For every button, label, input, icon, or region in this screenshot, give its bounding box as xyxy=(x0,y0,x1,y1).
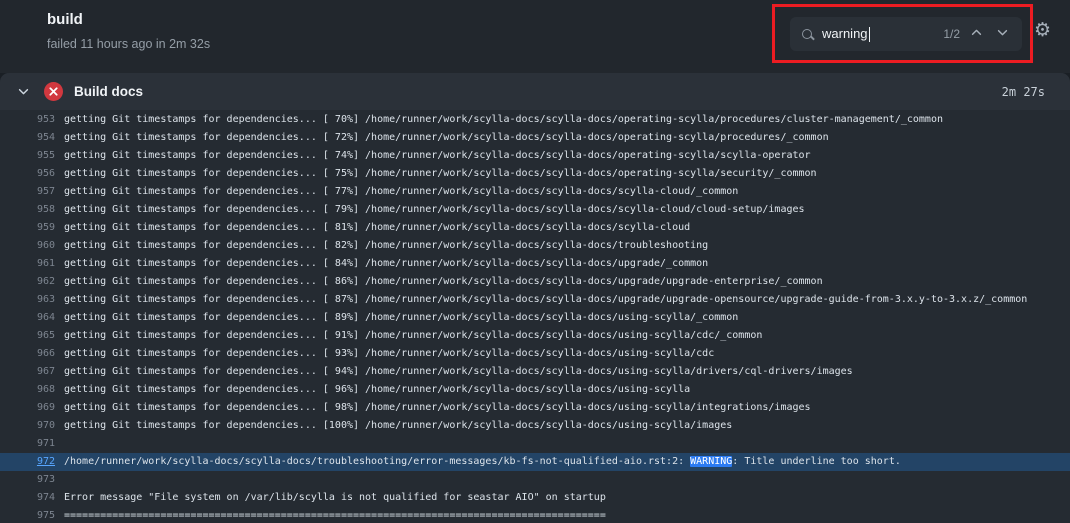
next-match-button[interactable] xyxy=(993,24,1012,44)
line-text: ========================================… xyxy=(64,507,606,523)
line-number[interactable]: 972 xyxy=(0,453,55,471)
line-text: getting Git timestamps for dependencies.… xyxy=(64,255,708,273)
line-number[interactable]: 962 xyxy=(0,273,55,291)
line-number[interactable]: 965 xyxy=(0,327,55,345)
log-line-955: 955 getting Git timestamps for dependenci… xyxy=(0,147,1070,165)
log-line-958: 958 getting Git timestamps for dependenci… xyxy=(0,201,1070,219)
line-text: /home/runner/work/scylla-docs/scylla-doc… xyxy=(64,453,901,471)
line-number[interactable]: 953 xyxy=(0,111,55,129)
line-number[interactable]: 957 xyxy=(0,183,55,201)
line-text: getting Git timestamps for dependencies.… xyxy=(64,381,690,399)
log-line-966: 966 getting Git timestamps for dependenci… xyxy=(0,345,1070,363)
line-text: getting Git timestamps for dependencies.… xyxy=(64,111,943,129)
log-line-959: 959 getting Git timestamps for dependenci… xyxy=(0,219,1070,237)
log-line-956: 956 getting Git timestamps for dependenci… xyxy=(0,165,1070,183)
job-status-subtitle: failed 11 hours ago in 2m 32s xyxy=(47,37,210,51)
log-panel: Build docs 2m 27s 953 getting Git timesta… xyxy=(0,73,1070,523)
log-line-960: 960 getting Git timestamps for dependenci… xyxy=(0,237,1070,255)
text-cursor xyxy=(869,27,870,42)
log-line-957: 957 getting Git timestamps for dependenci… xyxy=(0,183,1070,201)
log-line-965: 965 getting Git timestamps for dependenci… xyxy=(0,327,1070,345)
search-match-current: WARNING xyxy=(690,456,732,467)
chevron-down-icon[interactable] xyxy=(17,85,30,98)
line-text: getting Git timestamps for dependencies.… xyxy=(64,291,1027,309)
line-number[interactable]: 975 xyxy=(0,507,55,523)
search-match-counter: 1/2 xyxy=(943,27,960,41)
line-number[interactable]: 971 xyxy=(0,435,55,453)
line-text: getting Git timestamps for dependencies.… xyxy=(64,273,823,291)
line-number[interactable]: 955 xyxy=(0,147,55,165)
line-number[interactable]: 956 xyxy=(0,165,55,183)
log-line-969: 969 getting Git timestamps for dependenci… xyxy=(0,399,1070,417)
log-line-968: 968 getting Git timestamps for dependenci… xyxy=(0,381,1070,399)
log-settings-button[interactable]: ⚙ xyxy=(1034,21,1051,40)
line-number[interactable]: 968 xyxy=(0,381,55,399)
line-number[interactable]: 974 xyxy=(0,489,55,507)
line-number[interactable]: 964 xyxy=(0,309,55,327)
line-text: getting Git timestamps for dependencies.… xyxy=(64,147,811,165)
line-text: getting Git timestamps for dependencies.… xyxy=(64,165,817,183)
log-line-970: 970 getting Git timestamps for dependenci… xyxy=(0,417,1070,435)
step-name: Build docs xyxy=(74,84,143,99)
line-text: getting Git timestamps for dependencies.… xyxy=(64,201,805,219)
log-line-962: 962 getting Git timestamps for dependenci… xyxy=(0,273,1070,291)
chevron-up-icon xyxy=(970,26,983,42)
line-text: getting Git timestamps for dependencies.… xyxy=(64,183,738,201)
line-text: getting Git timestamps for dependencies.… xyxy=(64,417,732,435)
log-line-975: 975 =====================================… xyxy=(0,507,1070,523)
line-text: getting Git timestamps for dependencies.… xyxy=(64,399,811,417)
line-number[interactable]: 960 xyxy=(0,237,55,255)
line-text: getting Git timestamps for dependencies.… xyxy=(64,363,853,381)
search-query-text: warning xyxy=(822,26,868,41)
line-number[interactable]: 959 xyxy=(0,219,55,237)
log-search-bar[interactable]: warning 1/2 xyxy=(790,17,1022,51)
log-line-963: 963 getting Git timestamps for dependenci… xyxy=(0,291,1070,309)
search-input[interactable]: warning xyxy=(822,26,870,42)
line-number[interactable]: 973 xyxy=(0,471,55,489)
step-duration: 2m 27s xyxy=(1002,85,1045,99)
line-number[interactable]: 970 xyxy=(0,417,55,435)
log-line-953: 953 getting Git timestamps for dependenci… xyxy=(0,111,1070,129)
line-text: getting Git timestamps for dependencies.… xyxy=(64,237,708,255)
line-number[interactable]: 958 xyxy=(0,201,55,219)
line-text: getting Git timestamps for dependencies.… xyxy=(64,129,829,147)
line-text: getting Git timestamps for dependencies.… xyxy=(64,309,738,327)
log-line-964: 964 getting Git timestamps for dependenci… xyxy=(0,309,1070,327)
log-line-971: 971 xyxy=(0,435,1070,453)
log-lines: 953 getting Git timestamps for dependenci… xyxy=(0,110,1070,523)
line-number[interactable]: 954 xyxy=(0,129,55,147)
log-line-974: 974 Error message "File system on /var/li… xyxy=(0,489,1070,507)
step-header-build-docs[interactable]: Build docs 2m 27s xyxy=(0,73,1070,110)
line-number[interactable]: 969 xyxy=(0,399,55,417)
log-line-973: 973 xyxy=(0,471,1070,489)
log-line-961: 961 getting Git timestamps for dependenci… xyxy=(0,255,1070,273)
chevron-down-icon xyxy=(996,26,1009,42)
previous-match-button[interactable] xyxy=(967,24,986,44)
line-text: Error message "File system on /var/lib/s… xyxy=(64,489,606,507)
line-text: getting Git timestamps for dependencies.… xyxy=(64,327,762,345)
line-number[interactable]: 967 xyxy=(0,363,55,381)
log-line-954: 954 getting Git timestamps for dependenci… xyxy=(0,129,1070,147)
line-text: getting Git timestamps for dependencies.… xyxy=(64,219,690,237)
gear-icon: ⚙ xyxy=(1034,19,1051,41)
line-number[interactable]: 966 xyxy=(0,345,55,363)
line-number[interactable]: 963 xyxy=(0,291,55,309)
x-circle-failure-icon xyxy=(44,82,63,101)
log-line-967: 967 getting Git timestamps for dependenci… xyxy=(0,363,1070,381)
job-title: build xyxy=(47,11,83,28)
line-number[interactable]: 961 xyxy=(0,255,55,273)
line-text: getting Git timestamps for dependencies.… xyxy=(64,345,714,363)
log-line-972: 972/home/runner/work/scylla-docs/scylla-… xyxy=(0,453,1070,471)
search-icon xyxy=(802,29,812,39)
